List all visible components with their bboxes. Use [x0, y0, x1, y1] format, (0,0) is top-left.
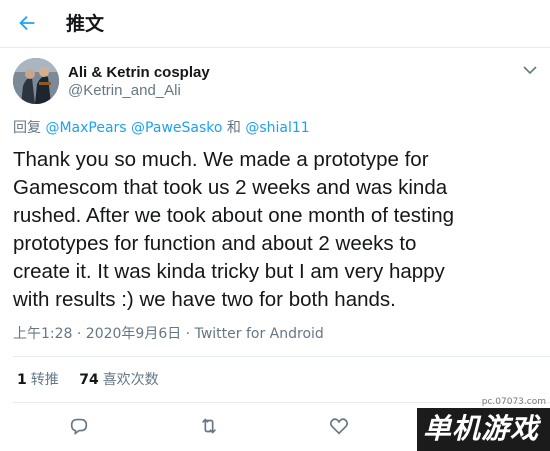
watermark-text: 单机游戏: [423, 412, 540, 445]
like-icon: [330, 418, 348, 435]
reply-prefix: 回复: [13, 120, 41, 136]
tweet-text: Thank you so much. We made a prototype f…: [13, 146, 528, 314]
tweet-header: 推文: [0, 0, 550, 48]
reply-button[interactable]: [66, 413, 92, 439]
mention-link[interactable]: @MaxPears: [45, 120, 126, 136]
tweet-text-line: create it. It was kinda tricky but I am …: [13, 260, 445, 283]
avatar-image: [13, 58, 59, 104]
back-button[interactable]: [10, 6, 44, 40]
watermark-url: pc.07073.com: [481, 397, 546, 407]
tweet-menu-button[interactable]: [520, 62, 540, 78]
retweet-count-value: 1: [17, 372, 27, 388]
retweet-button[interactable]: [196, 413, 222, 439]
tweet-text-line: prototypes for function and about 2 week…: [13, 232, 417, 255]
retweet-count-label: 转推: [30, 372, 59, 388]
chevron-down-icon: [523, 66, 537, 75]
tweet-stats: 1 转推 74 喜欢次数: [17, 371, 175, 389]
retweet-icon: [201, 418, 217, 434]
like-count-value: 74: [79, 372, 99, 388]
like-count[interactable]: 74 喜欢次数: [79, 371, 158, 389]
reply-context: 回复 @MaxPears @PaweSasko 和 @shial11: [13, 119, 310, 137]
retweet-count[interactable]: 1 转推: [17, 371, 59, 389]
mention-link[interactable]: @PaweSasko: [131, 120, 222, 136]
site-watermark: pc.07073.com 单机游戏: [417, 397, 550, 451]
reply-icon: [70, 418, 88, 435]
like-button[interactable]: [326, 413, 352, 439]
reply-conjunction: 和: [226, 120, 241, 136]
avatar[interactable]: [13, 58, 59, 104]
divider: [13, 356, 550, 357]
tweet-timestamp[interactable]: 上午1:28 · 2020年9月6日 · Twitter for Android: [13, 325, 324, 343]
tweet-text-line: with results :) we have two for both han…: [13, 288, 396, 311]
divider: [13, 402, 550, 403]
arrow-left-icon: [19, 15, 35, 31]
author-name[interactable]: Ali & Ketrin cosplay: [68, 64, 210, 82]
like-count-label: 喜欢次数: [102, 372, 159, 388]
tweet-text-line: Thank you so much. We made a prototype f…: [13, 148, 429, 171]
author-handle[interactable]: @Ketrin_and_Ali: [68, 82, 181, 100]
mention-link[interactable]: @shial11: [245, 120, 309, 136]
tweet-text-line: rushed. After we took about one month of…: [13, 204, 455, 227]
tweet-text-line: Gamescom that took us 2 weeks and was ki…: [13, 176, 448, 199]
page-title: 推文: [66, 13, 105, 35]
